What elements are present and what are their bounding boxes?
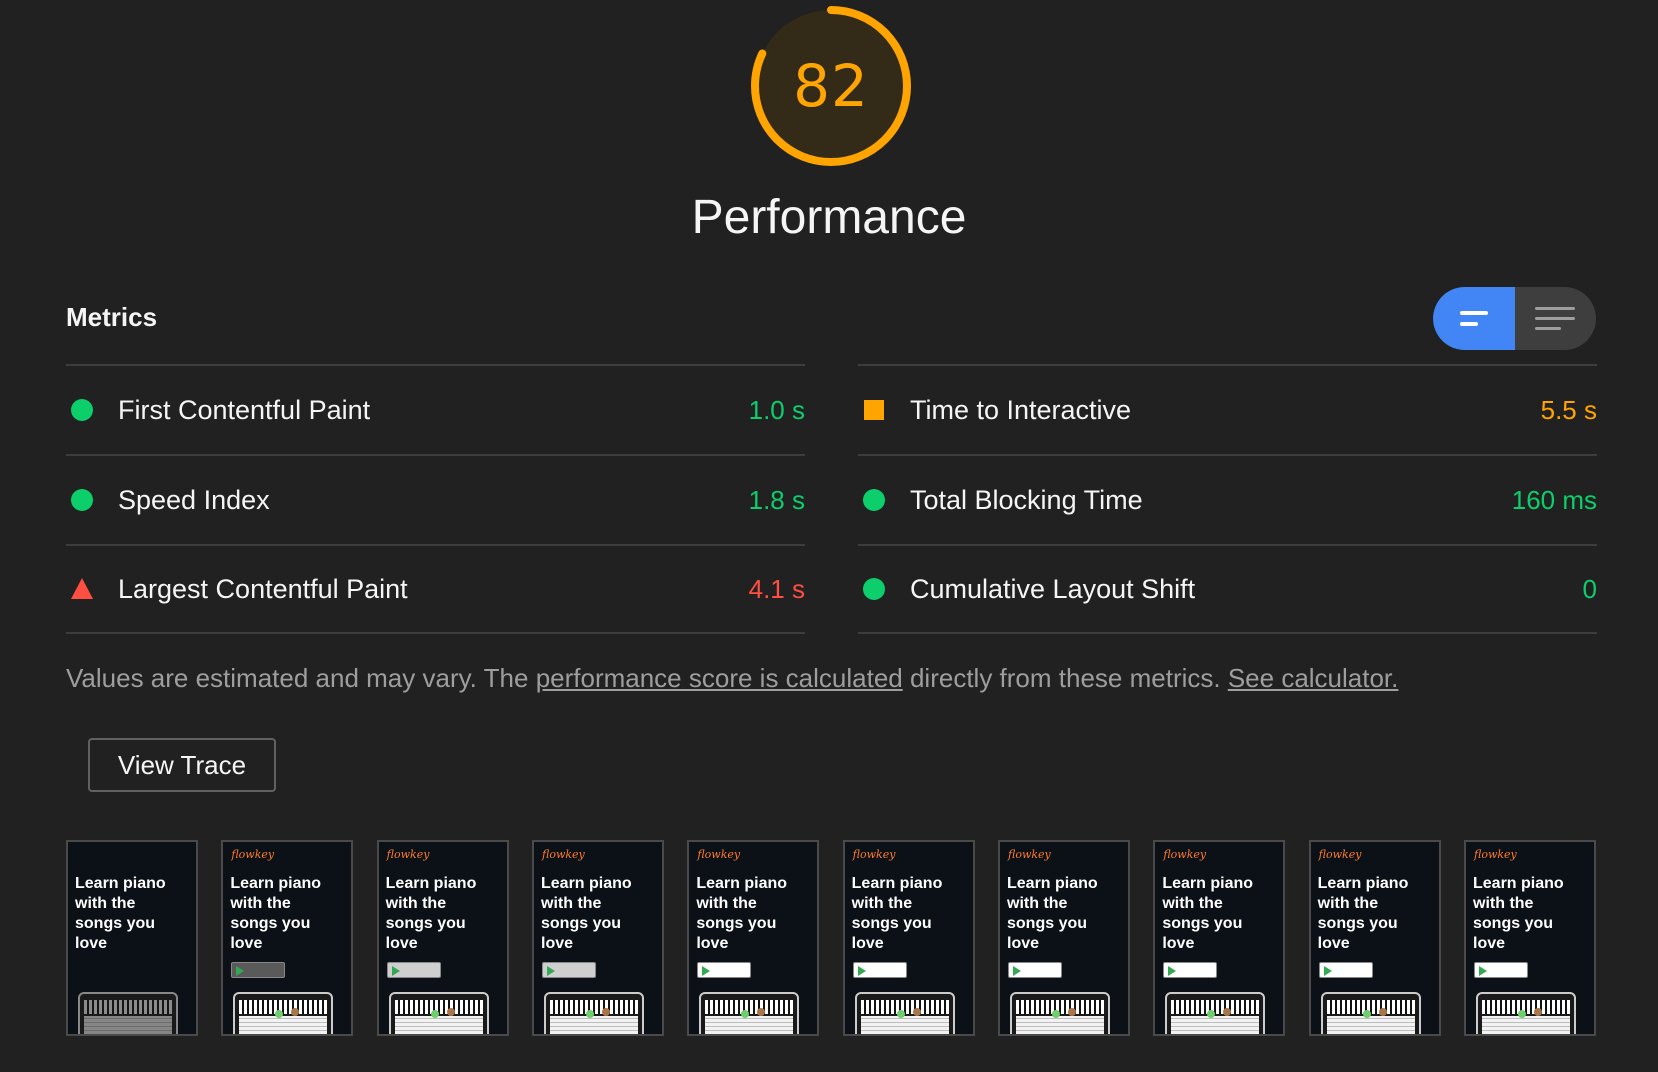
metrics-view-toggle[interactable] (1433, 287, 1596, 350)
metric-value: 5.5 s (1540, 394, 1597, 425)
compact-view-icon (1459, 310, 1488, 326)
filmstrip: Learn piano with the songs you love flowk… (66, 840, 1596, 1036)
metric-title: Cumulative Layout Shift (910, 573, 1196, 604)
frame-logo: flowkey (1163, 848, 1207, 861)
piano-image (388, 992, 489, 1034)
category-title: Performance (691, 191, 967, 244)
frame-headline: Learn piano with the songs you love (1473, 875, 1564, 952)
frame-headline: Learn piano with the songs you love (75, 875, 166, 952)
google-play-badge-icon (542, 962, 596, 978)
piano-image (1165, 992, 1266, 1034)
metric-title: Total Blocking Time (910, 484, 1143, 515)
frame-logo: flowkey (386, 848, 430, 861)
performance-gauge: 82 (749, 4, 913, 168)
average-square-icon (864, 400, 884, 420)
piano-image (1320, 992, 1421, 1034)
filmstrip-frame: flowkey Learn piano with the songs you lo… (1308, 840, 1441, 1036)
metric-value: 0 (1582, 573, 1597, 604)
piano-image (544, 992, 644, 1034)
metric-title: First Contentful Paint (118, 394, 371, 425)
piano-image (1476, 992, 1576, 1034)
metric-row-first-contentful-paint: First Contentful Paint 1.0 s (66, 364, 805, 454)
google-play-badge-icon (852, 962, 907, 978)
google-play-badge-icon (1008, 962, 1062, 978)
metric-title: Largest Contentful Paint (118, 573, 408, 604)
filmstrip-frame: flowkey Learn piano with the songs you lo… (842, 840, 975, 1036)
metrics-disclaimer: Values are estimated and may vary. The p… (66, 663, 1398, 694)
metrics-header: Metrics (66, 302, 158, 332)
metric-row-largest-contentful-paint: Largest Contentful Paint 4.1 s (66, 544, 805, 634)
view-trace-button[interactable]: View Trace (88, 738, 276, 792)
google-play-badge-icon (1163, 962, 1218, 978)
pass-circle-icon (863, 489, 885, 511)
piano-image (1010, 992, 1110, 1034)
metrics-column-left: First Contentful Paint 1.0 s Speed Index… (66, 364, 805, 634)
frame-logo: flowkey (1318, 848, 1362, 861)
frame-headline: Learn piano with the songs you love (541, 875, 632, 952)
frame-headline: Learn piano with the songs you love (1162, 875, 1254, 952)
pass-circle-icon (71, 489, 93, 511)
filmstrip-frame: flowkey Learn piano with the songs you lo… (221, 840, 354, 1036)
metric-title: Time to Interactive (910, 394, 1132, 425)
piano-image (699, 992, 800, 1034)
metric-title: Speed Index (118, 484, 270, 515)
frame-headline: Learn piano with the songs you love (851, 875, 943, 952)
metric-row-speed-index: Speed Index 1.8 s (66, 454, 805, 544)
piano-image (233, 992, 334, 1034)
google-play-badge-icon (1318, 962, 1373, 978)
piano-image (854, 992, 955, 1034)
frame-logo: flowkey (852, 848, 896, 861)
frame-logo: flowkey (231, 848, 275, 861)
frame-headline: Learn piano with the songs you love (1007, 875, 1098, 952)
google-play-badge-icon (1474, 962, 1528, 978)
metric-row-total-blocking-time: Total Blocking Time 160 ms (858, 454, 1597, 544)
metric-row-cumulative-layout-shift: Cumulative Layout Shift 0 (858, 544, 1597, 634)
metric-value: 1.0 s (748, 394, 805, 425)
disclaimer-middle: directly from these metrics. (902, 663, 1228, 693)
disclaimer-prefix: Values are estimated and may vary. The (66, 663, 536, 693)
frame-logo: flowkey (542, 848, 585, 861)
compact-view-button[interactable] (1433, 287, 1515, 350)
expanded-view-icon (1535, 306, 1576, 330)
filmstrip-frame: flowkey Learn piano with the songs you lo… (1464, 840, 1596, 1036)
metric-value: 160 ms (1511, 484, 1597, 515)
frame-logo: flowkey (1008, 848, 1051, 861)
metrics-column-right: Time to Interactive 5.5 s Total Blocking… (858, 364, 1597, 634)
filmstrip-frame: flowkey Learn piano with the songs you lo… (532, 840, 664, 1036)
lighthouse-report: 82 Performance Metrics First Contentful … (0, 0, 1658, 1072)
frame-headline: Learn piano with the songs you love (696, 875, 788, 952)
score-calculation-link[interactable]: performance score is calculated (536, 663, 903, 693)
frame-logo: flowkey (697, 848, 741, 861)
see-calculator-link[interactable]: See calculator. (1228, 663, 1399, 693)
pass-circle-icon (71, 399, 93, 421)
filmstrip-frame: flowkey Learn piano with the songs you lo… (376, 840, 509, 1036)
frame-headline: Learn piano with the songs you love (230, 875, 322, 952)
expanded-view-button[interactable] (1515, 287, 1597, 350)
google-play-badge-icon (697, 962, 752, 978)
google-play-badge-icon (386, 962, 441, 978)
metric-value: 1.8 s (748, 484, 805, 515)
metric-row-time-to-interactive: Time to Interactive 5.5 s (858, 364, 1597, 454)
filmstrip-frame: flowkey Learn piano with the songs you lo… (1153, 840, 1286, 1036)
filmstrip-frame: flowkey Learn piano with the songs you lo… (998, 840, 1130, 1036)
google-play-badge-icon (231, 962, 286, 978)
frame-headline: Learn piano with the songs you love (1317, 875, 1409, 952)
piano-image (78, 992, 178, 1034)
filmstrip-frame: flowkey Learn piano with the songs you lo… (687, 840, 820, 1036)
frame-logo: flowkey (1474, 848, 1517, 861)
pass-circle-icon (863, 578, 885, 600)
filmstrip-frame: Learn piano with the songs you love (66, 840, 198, 1036)
metric-value: 4.1 s (748, 573, 805, 604)
performance-score: 82 (793, 52, 869, 120)
frame-headline: Learn piano with the songs you love (385, 875, 477, 952)
fail-triangle-icon (71, 578, 93, 599)
